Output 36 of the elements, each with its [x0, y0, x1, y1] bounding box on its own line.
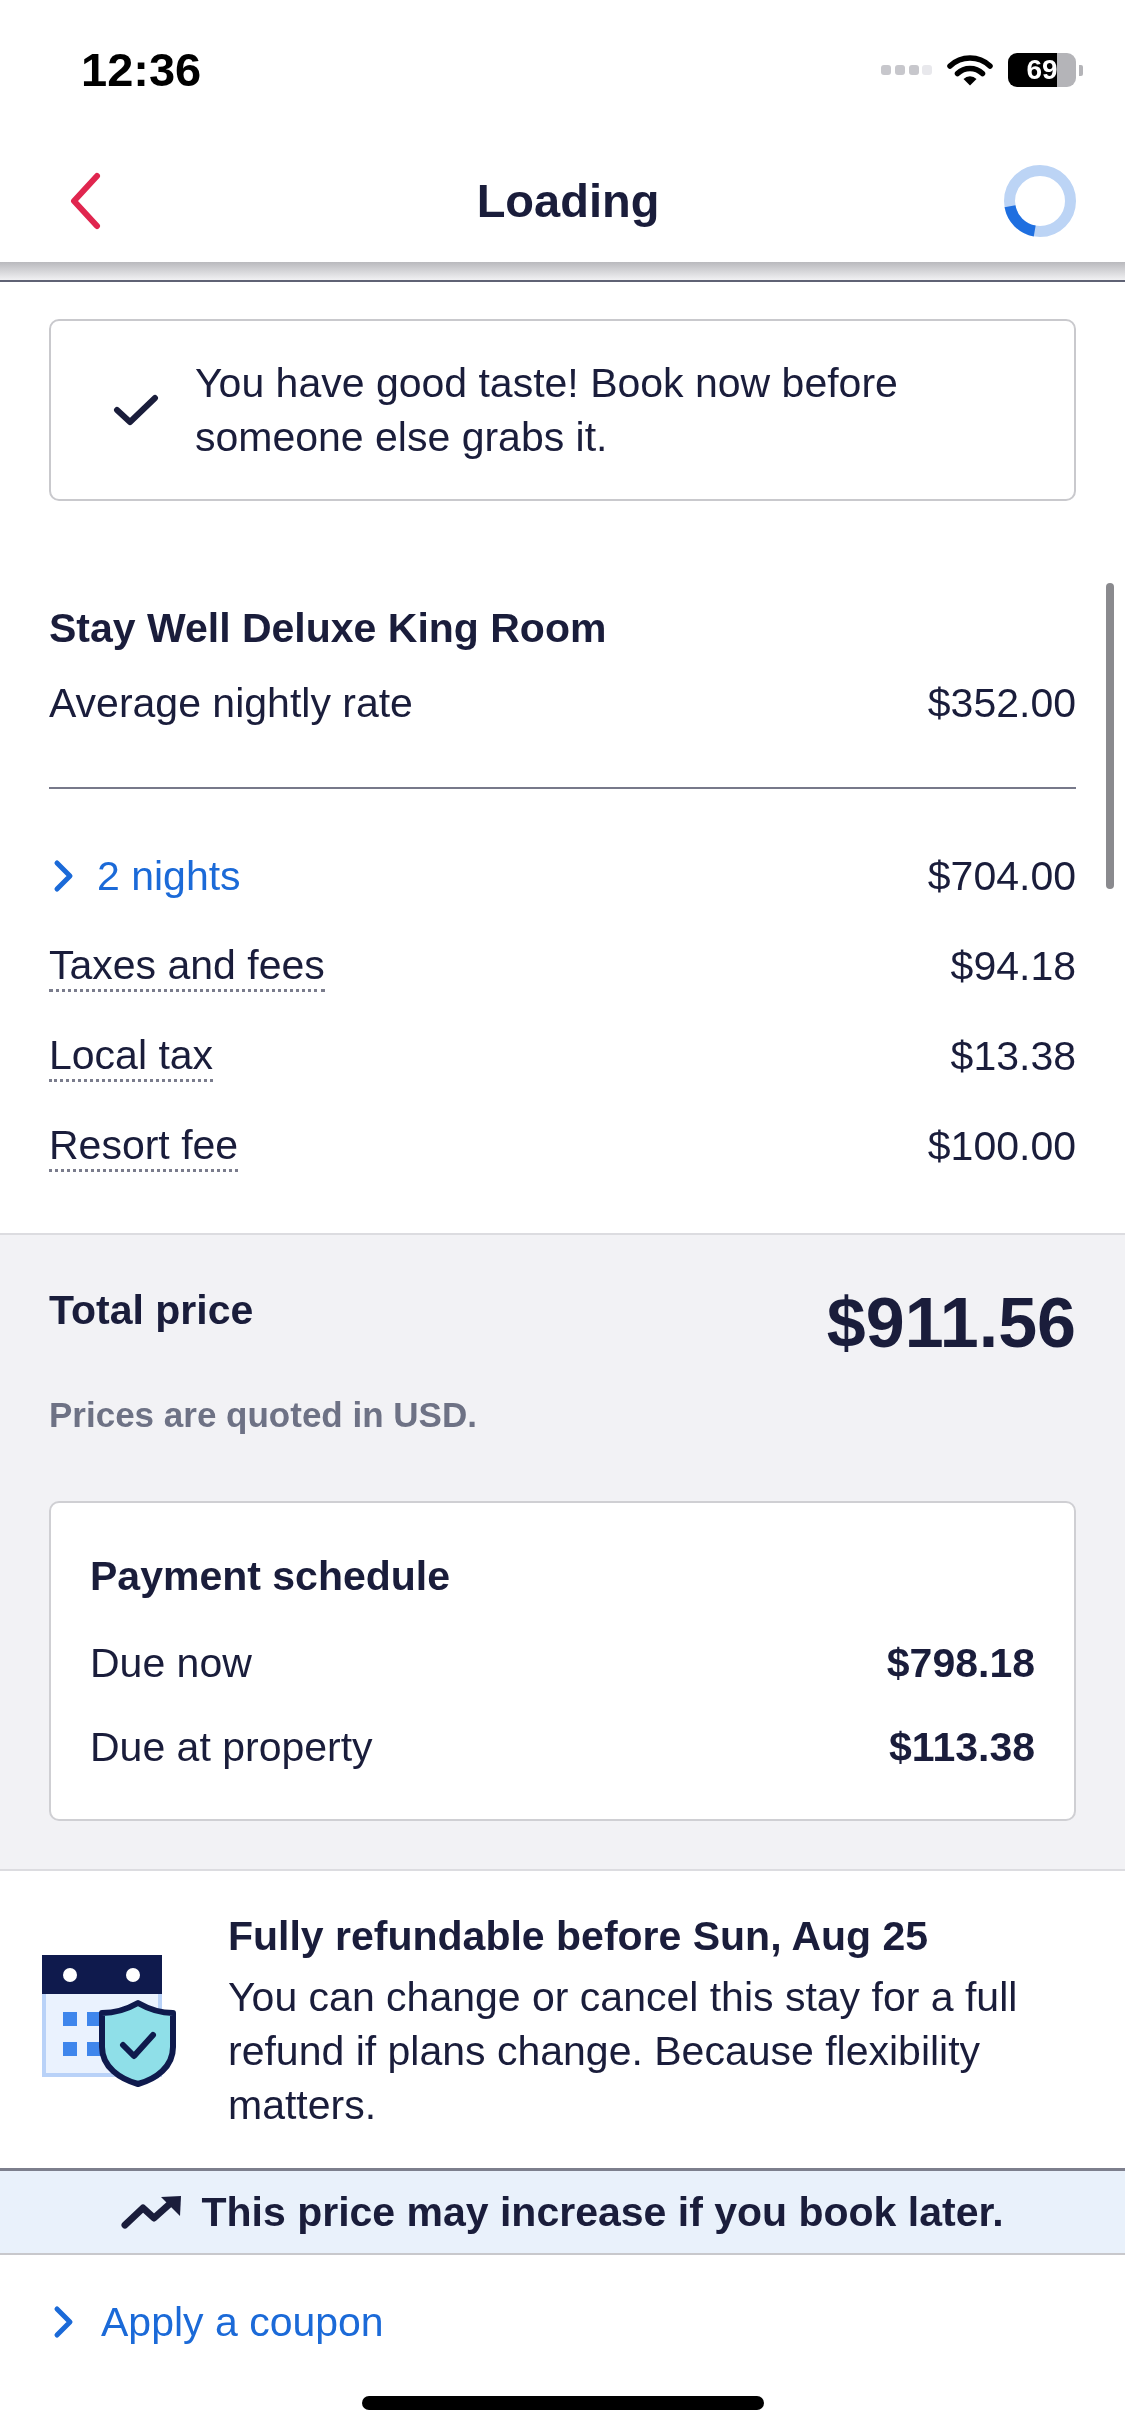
fee-label[interactable]: Local tax [49, 1030, 214, 1082]
trend-up-icon [121, 2195, 184, 2229]
rate-label: Average nightly rate [49, 679, 413, 728]
status-time: 12:36 [81, 42, 202, 98]
nights-toggle[interactable]: 2 nights [49, 849, 241, 903]
rate-amount: $352.00 [927, 679, 1076, 728]
chevron-right-icon [53, 2305, 75, 2339]
fee-amount: $100.00 [927, 1122, 1076, 1171]
total-amount: $911.56 [826, 1283, 1076, 1363]
schedule-label: Due at property [90, 1723, 373, 1772]
schedule-amount: $113.38 [889, 1723, 1035, 1772]
spinner-icon [1004, 165, 1076, 237]
apply-coupon-link[interactable]: Apply a coupon [53, 2295, 384, 2349]
signal-icon [881, 65, 932, 75]
checkmark-icon [113, 394, 159, 426]
currency-note: Prices are quoted in USD. [49, 1394, 478, 1436]
fee-amount: $13.38 [950, 1032, 1076, 1081]
page-title: Loading [476, 173, 660, 229]
schedule-amount: $798.18 [886, 1639, 1035, 1688]
banner-message: You have good taste! Book now before someone else grabs it. [195, 359, 899, 462]
wifi-icon [947, 54, 993, 86]
battery-indicator: 69 [1008, 53, 1083, 87]
fee-label[interactable]: Resort fee [49, 1120, 239, 1172]
fee-amount: $94.18 [950, 942, 1076, 991]
fee-label[interactable]: Taxes and fees [49, 940, 325, 992]
nights-amount: $704.00 [927, 852, 1076, 901]
room-name: Stay Well Deluxe King Room [49, 604, 608, 653]
refund-title: Fully refundable before Sun, Aug 25 [228, 1912, 930, 1961]
schedule-label: Due now [90, 1639, 252, 1688]
price-alert-message: This price may increase if you book later. [201, 2188, 1004, 2237]
chevron-left-icon [68, 172, 102, 230]
total-label: Total price [49, 1286, 254, 1335]
refund-description: You can change or cancel this stay for a full refund if plans change. Because flexibility matters. [228, 1973, 1019, 2130]
chevron-right-icon [53, 859, 75, 893]
calendar-shield-icon [42, 1954, 177, 2087]
schedule-title: Payment schedule [90, 1552, 452, 1601]
